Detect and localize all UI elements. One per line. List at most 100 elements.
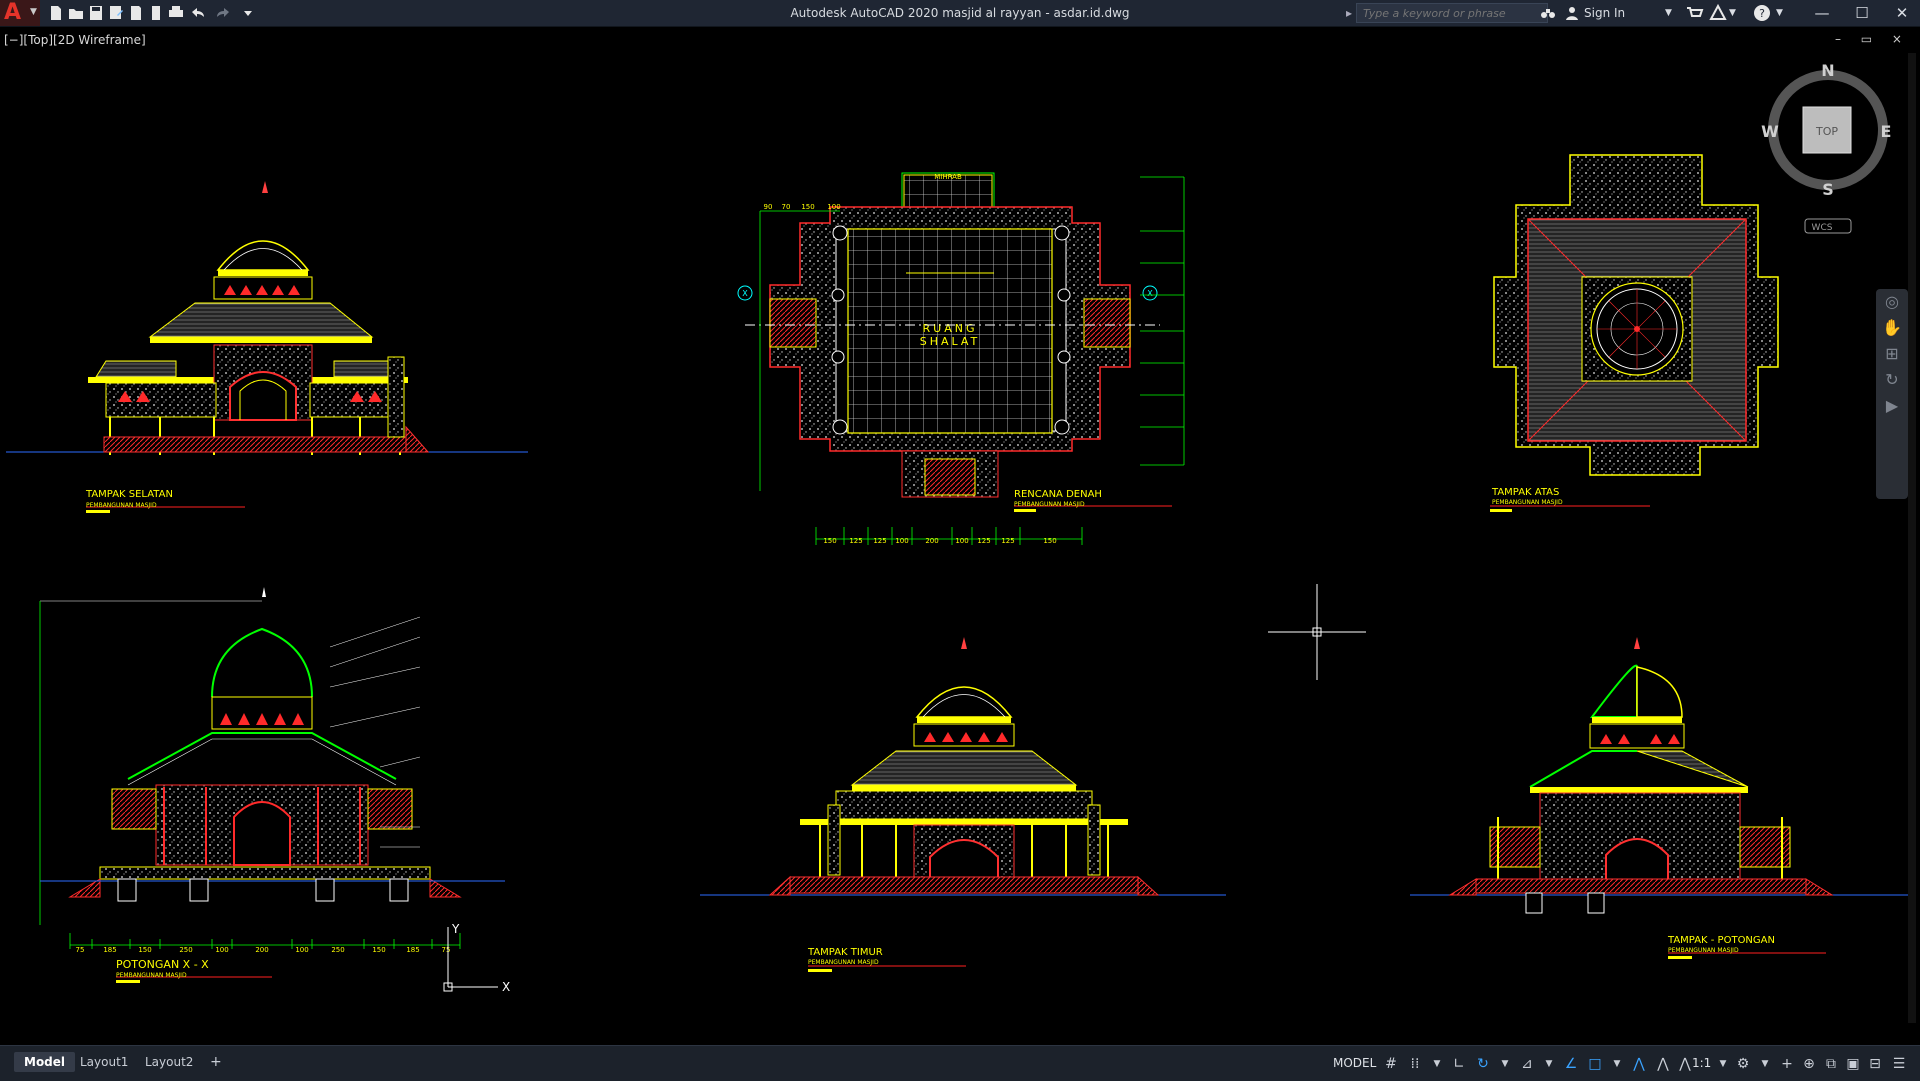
hardware-acceleration-icon[interactable]: ⧉ [1820, 1053, 1842, 1075]
drawing-canvas[interactable]: TAMPAK SELATAN PEMBANGUNAN MASJID MIHRAB… [0, 27, 1920, 1045]
cart-icon[interactable] [1684, 3, 1704, 23]
binoculars-icon[interactable] [1538, 3, 1558, 23]
drawing-subtitle: PEMBANGUNAN MASJID [1668, 947, 1739, 954]
dimension-label: 150 [801, 203, 814, 211]
room-label: RUANG [923, 322, 978, 335]
annotation-scale-value[interactable]: 1:1 [1692, 1056, 1711, 1070]
chevron-down-icon[interactable]: ▼ [1606, 1053, 1628, 1075]
dimension-label: 70 [782, 203, 791, 211]
chevron-down-icon[interactable]: ▼ [1754, 1053, 1776, 1075]
drawing-title: RENCANA DENAH [1014, 489, 1102, 500]
dimension-label: 250 [331, 946, 344, 954]
status-bar: Model Layout1 Layout2 + MODEL # ⁞⁞ ▼ ∟ ↻… [0, 1045, 1920, 1081]
orbit-icon[interactable]: ↻ [1876, 367, 1908, 393]
tab-model[interactable]: Model [14, 1052, 76, 1072]
drawing-title: TAMPAK ATAS [1491, 487, 1559, 498]
chevron-down-icon[interactable]: ▼ [1776, 8, 1783, 18]
dimension-label: 125 [977, 537, 990, 545]
tampak-timur-drawing: TAMPAK TIMUR PEMBANGUNAN MASJID [700, 637, 1226, 972]
search-box[interactable] [1356, 3, 1548, 23]
model-space-button[interactable]: MODEL [1333, 1056, 1376, 1070]
compass-south[interactable]: S [1822, 180, 1834, 199]
a360-icon[interactable] [1708, 3, 1728, 23]
axis-label: X [742, 289, 748, 298]
isolate-objects-icon[interactable]: ⊕ [1798, 1053, 1820, 1075]
tampak-atas-drawing: TAMPAK ATAS PEMBANGUNAN MASJID [1490, 154, 1779, 512]
rencana-denah-drawing: MIHRAB RUANG SHALAT X X 150 125 125 100 … [737, 172, 1185, 545]
viewcube[interactable]: TOP N S E W WCS [1761, 61, 1892, 234]
tab-layout2[interactable]: Layout2 [135, 1052, 203, 1072]
chevron-down-icon[interactable]: ▼ [1426, 1053, 1448, 1075]
dimension-label: 150 [1043, 537, 1056, 545]
dimension-label: 100 [895, 537, 908, 545]
maximize-button[interactable]: ☐ [1846, 0, 1878, 26]
chevron-down-icon[interactable]: ▼ [1665, 8, 1672, 18]
snap-icon[interactable]: ⁞⁞ [1404, 1053, 1426, 1075]
user-icon[interactable] [1562, 3, 1582, 23]
ucs-x-label: X [502, 980, 510, 994]
dimension-label: 200 [925, 537, 938, 545]
chevron-down-icon[interactable]: ▼ [1538, 1053, 1560, 1075]
customization-menu-icon[interactable]: ☰ [1888, 1053, 1910, 1075]
drawing-viewport[interactable]: [−][Top][2D Wireframe] – ▭ × TAMPAK SELA… [0, 27, 1920, 1045]
minimize-button[interactable]: — [1806, 0, 1838, 26]
compass-north[interactable]: N [1821, 61, 1834, 80]
viewcube-face-label: TOP [1815, 125, 1838, 138]
dimension-label: 200 [255, 946, 268, 954]
compass-west[interactable]: W [1761, 122, 1779, 141]
chevron-down-icon[interactable]: ▼ [1712, 1053, 1734, 1075]
dimension-label: 150 [372, 946, 385, 954]
tab-layout1[interactable]: Layout1 [70, 1052, 138, 1072]
dimension-label: 100 [295, 946, 308, 954]
dimension-label: 100 [827, 203, 840, 211]
search-input[interactable] [1356, 3, 1548, 23]
grid-icon[interactable]: # [1380, 1053, 1402, 1075]
help-icon[interactable]: ? [1752, 3, 1772, 23]
potongan-xx-drawing: 75 185 150 250 100 200 100 250 150 185 7… [39, 587, 505, 983]
workspace-gear-icon[interactable]: ⚙ [1732, 1053, 1754, 1075]
compass-east[interactable]: E [1881, 122, 1892, 141]
dimension-label: 185 [103, 946, 116, 954]
dimension-label: 250 [179, 946, 192, 954]
properties-icon[interactable]: ⊟ [1864, 1053, 1886, 1075]
dimension-label: 125 [1001, 537, 1014, 545]
zoom-extents-icon[interactable]: ⊞ [1876, 341, 1908, 367]
dimension-label: 75 [442, 946, 451, 954]
drawing-title: TAMPAK TIMUR [807, 947, 883, 958]
window-title: Autodesk AutoCAD 2020 masjid al rayyan -… [790, 6, 1130, 20]
dimension-label: 100 [215, 946, 228, 954]
clean-screen-icon[interactable]: ▣ [1842, 1053, 1864, 1075]
drawing-title: TAMPAK - POTONGAN [1667, 935, 1775, 946]
dimension-label: 90 [764, 203, 773, 211]
sign-in-link[interactable]: Sign In [1584, 6, 1625, 20]
isodraft-icon[interactable]: ⊿ [1516, 1053, 1538, 1075]
pan-icon[interactable]: ✋ [1876, 315, 1908, 341]
annotation-monitor-icon[interactable]: + [1776, 1053, 1798, 1075]
mihrab-label: MIHRAB [934, 173, 962, 181]
steering-wheel-icon[interactable]: ◎ [1876, 289, 1908, 315]
drawing-subtitle: PEMBANGUNAN MASJID [808, 959, 879, 966]
object-snap-icon[interactable]: □ [1584, 1053, 1606, 1075]
dimension-label: 125 [849, 537, 862, 545]
drawing-subtitle: PEMBANGUNAN MASJID [1492, 499, 1563, 506]
dimension-label: 125 [873, 537, 886, 545]
annotation-visibility-icon[interactable]: ⋀ [1628, 1053, 1650, 1075]
chevron-down-icon[interactable]: ▼ [1494, 1053, 1516, 1075]
add-layout-button[interactable]: + [200, 1052, 232, 1072]
close-button[interactable]: ✕ [1886, 0, 1918, 26]
search-expand-icon[interactable]: ▸ [1346, 6, 1352, 20]
title-bar: A ▼ Autodesk AutoCAD 2020 masjid al rayy… [0, 0, 1920, 27]
navigation-bar: ◎ ✋ ⊞ ↻ ▶ [1876, 289, 1908, 499]
vertical-scrollbar[interactable] [1908, 53, 1916, 1023]
object-snap-tracking-icon[interactable]: ∠ [1560, 1053, 1582, 1075]
drawing-title: TAMPAK SELATAN [85, 489, 173, 500]
ortho-icon[interactable]: ∟ [1448, 1053, 1470, 1075]
ucs-icon: Y X [443, 922, 510, 994]
showmotion-icon[interactable]: ▶ [1876, 393, 1908, 419]
chevron-down-icon[interactable]: ▼ [1729, 8, 1736, 18]
crosshair-cursor [1268, 584, 1366, 680]
auto-scale-icon[interactable]: ⋀ [1652, 1053, 1674, 1075]
polar-tracking-icon[interactable]: ↻ [1472, 1053, 1494, 1075]
svg-text:?: ? [1759, 7, 1765, 20]
room-label: SHALAT [920, 335, 981, 348]
